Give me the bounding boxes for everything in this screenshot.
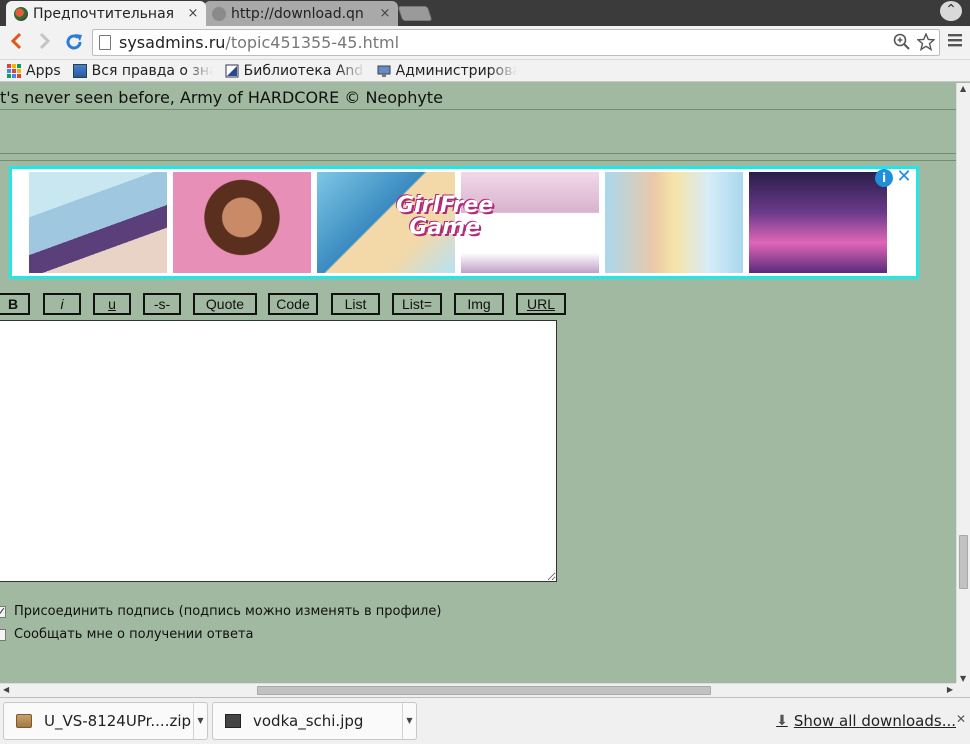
hamburger-icon [948,34,962,47]
back-button[interactable] [5,32,27,54]
address-bar[interactable]: sysadmins.ru/topic451355-45.html [92,29,940,56]
bookmark-label: Вся правда о зна [91,62,213,79]
ad-logo-line2: Game [409,215,481,240]
notify-reply-option[interactable]: Сообщать мне о получении ответа [0,627,254,642]
strike-button[interactable]: -s- [143,293,181,315]
download-item-jpg[interactable]: vodka_schi.jpg ▼ [212,702,417,740]
vertical-scrollbar[interactable]: ▲ ▼ [956,83,970,684]
bookmark-page-icon [72,63,87,78]
bold-button[interactable]: B [0,293,30,315]
image-button[interactable]: Img [454,293,504,315]
code-button[interactable]: Code [268,293,318,315]
scrollbar-corner [956,683,970,697]
bookmark-admin[interactable]: Администрирова [377,63,517,79]
url-path: /topic451355-45.html [225,33,400,52]
horizontal-scroll-thumb[interactable] [257,686,711,695]
attach-signature-label: Присоединить подпись (подпись можно изме… [14,604,442,619]
url-host: sysadmins.ru [119,33,226,52]
show-all-downloads-label: Show all downloads... [793,712,956,730]
ad-logo-line1: GirlFree [396,193,494,218]
bookmarks-bar: Apps Вся правда о зна Библиотека And Адм… [0,60,970,82]
ad-image-tile[interactable] [749,172,887,273]
italic-button[interactable]: i [43,293,81,315]
page-content: t's never seen before, Army of HARDCORE … [0,83,956,683]
download-menu-chevron-icon[interactable]: ▼ [193,703,207,739]
bookmark-pravda[interactable]: Вся правда о зна [72,62,213,79]
scroll-right-arrow-icon[interactable]: ▶ [947,685,953,694]
ad-logo: GirlFree Game [396,195,493,239]
bookmark-label: Apps [26,62,61,79]
vertical-scroll-thumb[interactable] [959,535,968,589]
forward-button[interactable] [34,32,56,54]
divider [0,153,956,154]
downloads-shelf: U_VS-8124UPr....zip ▼ vodka_schi.jpg ▼ ⬇… [0,697,970,744]
apps-grid-icon [7,63,21,78]
quote-button[interactable]: Quote [193,293,257,315]
ad-image-tile[interactable] [605,172,743,273]
scroll-left-arrow-icon[interactable]: ◀ [3,685,9,694]
tab-close-icon[interactable]: × [186,6,200,21]
new-tab-button[interactable] [397,6,433,21]
horizontal-scrollbar[interactable]: ◀ ▶ [0,683,956,697]
forum-slogan: t's never seen before, Army of HARDCORE … [0,88,443,107]
list-button[interactable]: List [331,293,380,315]
tab-active[interactable]: Предпочтительная × [6,1,206,26]
image-file-icon [225,714,241,728]
blank-favicon-icon [212,6,226,21]
ad-close-icon[interactable]: ✕ [895,169,913,187]
admin-monitor-icon [377,64,391,78]
attach-signature-option[interactable]: ✓ Присоединить подпись (подпись можно из… [0,604,441,619]
divider [0,109,956,110]
menu-icon[interactable] [946,32,964,52]
notify-reply-checkbox[interactable] [0,628,6,641]
download-filename: U_VS-8124UPr....zip [44,712,192,730]
download-menu-chevron-icon[interactable]: ▼ [402,703,416,739]
zoom-icon[interactable] [893,33,911,51]
advertisement-banner[interactable]: GirlFree Game i ✕ [9,166,919,279]
notify-reply-label: Сообщать мне о получении ответа [14,627,254,642]
tab-inactive[interactable]: http://download.qn × [204,1,398,26]
bookmark-star-icon[interactable] [917,33,935,51]
divider [0,160,956,161]
reload-button[interactable] [63,32,85,54]
reload-icon [66,34,82,50]
bookmark-library[interactable]: Библиотека And [225,63,365,79]
url-button[interactable]: URL [516,293,566,315]
attach-signature-checkbox[interactable]: ✓ [0,605,6,618]
page-icon [99,35,111,50]
ad-image-tile[interactable] [173,172,311,273]
scroll-down-arrow-icon[interactable]: ▼ [960,674,966,683]
message-textarea[interactable] [0,320,557,582]
show-all-downloads-link[interactable]: ⬇ Show all downloads... [776,712,956,730]
site-favicon-icon [14,6,28,21]
scroll-up-arrow-icon[interactable]: ▲ [960,84,966,93]
tab-title: Предпочтительная [33,5,175,22]
tab-title: http://download.qn [231,5,364,22]
tab-strip: Предпочтительная × http://download.qn × … [0,0,970,26]
bookmark-label: Администрирова [395,62,517,79]
download-filename: vodka_schi.jpg [253,712,364,730]
window-restore-icon[interactable]: ⌃ [940,1,962,21]
close-shelf-icon[interactable]: ✕ [956,712,966,726]
back-arrow-icon [10,32,22,50]
list-ordered-button[interactable]: List= [392,293,442,315]
ad-image-tile[interactable] [29,172,167,273]
ad-info-icon[interactable]: i [875,169,893,187]
download-arrow-icon: ⬇ [776,713,788,729]
zip-file-icon [16,714,32,728]
tab-close-icon[interactable]: × [378,6,392,21]
bookmark-label: Библиотека And [243,62,364,79]
download-item-zip[interactable]: U_VS-8124UPr....zip ▼ [3,702,208,740]
forward-arrow-icon [39,32,51,50]
library-icon [225,64,239,78]
underline-button[interactable]: u [93,293,131,315]
browser-toolbar: sysadmins.ru/topic451355-45.html [0,26,970,60]
bookmark-apps[interactable]: Apps [7,63,61,79]
